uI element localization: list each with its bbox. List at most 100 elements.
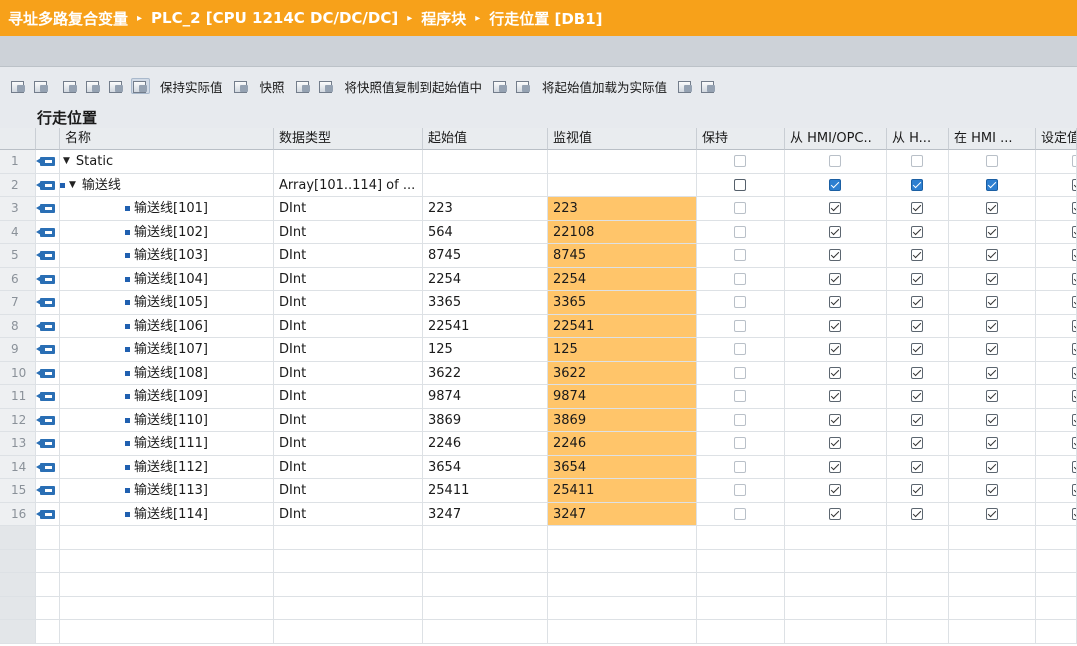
start-value-cell[interactable]: 3365 (423, 291, 548, 315)
expand-arrow-icon[interactable]: ▼ (63, 150, 70, 173)
breadcrumb-program-blocks[interactable]: 程序块 (421, 8, 466, 29)
retain-checkbox[interactable] (734, 225, 746, 238)
hmi-access-checkbox[interactable] (829, 155, 841, 167)
load-start-all-icon[interactable] (515, 79, 532, 93)
retain-checkbox[interactable] (734, 437, 746, 449)
setpoint-checkbox[interactable] (1072, 249, 1076, 261)
header-name[interactable]: 名称 (60, 128, 274, 150)
hmi-visible-checkbox[interactable] (986, 484, 998, 496)
hmi-visible-checkbox[interactable] (986, 366, 998, 379)
hmi-access-checkbox[interactable] (829, 296, 841, 308)
header-hmi-access[interactable]: 从 HMI/OPC.. (785, 128, 887, 150)
setpoint-checkbox[interactable] (1072, 460, 1076, 473)
name-cell[interactable]: ▼ Static (60, 150, 274, 174)
breadcrumb-project[interactable]: 寻址多路复合变量 (8, 8, 128, 29)
expand-arrow-icon[interactable]: ▼ (69, 174, 76, 197)
hmi-visible-checkbox[interactable] (986, 249, 998, 261)
datatype-cell[interactable]: DInt (274, 502, 423, 526)
hmi-access-checkbox[interactable] (829, 366, 841, 379)
monitor-all-icon[interactable] (131, 78, 150, 94)
name-cell[interactable]: 输送线[107] (60, 338, 274, 362)
start-value-cell[interactable]: 564 (423, 220, 548, 244)
collapse-all-icon[interactable] (85, 79, 102, 93)
retain-checkbox[interactable] (734, 178, 746, 191)
retain-checkbox[interactable] (734, 390, 746, 402)
setpoint-checkbox[interactable] (1072, 225, 1076, 238)
hmi-write-checkbox[interactable] (911, 272, 923, 285)
hmi-visible-checkbox[interactable] (986, 178, 998, 191)
hmi-access-checkbox[interactable] (829, 178, 841, 191)
datatype-cell[interactable]: DInt (274, 479, 423, 503)
retain-checkbox[interactable] (734, 272, 746, 285)
hmi-write-checkbox[interactable] (911, 507, 923, 520)
header-hmi-visible[interactable]: 在 HMI ... (949, 128, 1036, 150)
datatype-cell[interactable]: DInt (274, 244, 423, 268)
name-cell[interactable]: 输送线[108] (60, 361, 274, 385)
retain-checkbox[interactable] (734, 507, 746, 520)
breadcrumb-db[interactable]: 行走位置 [DB1] (489, 8, 602, 29)
hmi-write-checkbox[interactable] (911, 460, 923, 473)
name-cell[interactable]: 输送线[113] (60, 479, 274, 503)
hmi-visible-checkbox[interactable] (986, 155, 998, 167)
hmi-visible-checkbox[interactable] (986, 202, 998, 214)
retain-checkbox[interactable] (734, 366, 746, 379)
name-cell[interactable]: 输送线[106] (60, 314, 274, 338)
name-cell[interactable]: 输送线[114] (60, 502, 274, 526)
download-icon[interactable] (677, 79, 694, 93)
retain-checkbox[interactable] (734, 484, 746, 496)
start-value-cell[interactable]: 223 (423, 197, 548, 221)
datatype-cell[interactable]: DInt (274, 220, 423, 244)
header-hmi-write[interactable]: 从 H... (887, 128, 949, 150)
hmi-access-checkbox[interactable] (829, 272, 841, 285)
start-value-cell[interactable]: 8745 (423, 244, 548, 268)
hmi-access-checkbox[interactable] (829, 507, 841, 520)
setpoint-checkbox[interactable] (1072, 343, 1076, 355)
insert-row-icon[interactable] (10, 79, 27, 93)
start-value-cell[interactable]: 125 (423, 338, 548, 362)
list-view-icon[interactable] (108, 79, 125, 93)
start-value-cell[interactable]: 2254 (423, 267, 548, 291)
retain-checkbox[interactable] (734, 202, 746, 214)
hmi-visible-checkbox[interactable] (986, 460, 998, 473)
start-value-cell[interactable]: 2246 (423, 432, 548, 456)
hmi-access-checkbox[interactable] (829, 390, 841, 402)
retain-checkbox[interactable] (734, 249, 746, 261)
name-cell[interactable]: 输送线[110] (60, 408, 274, 432)
hmi-access-checkbox[interactable] (829, 484, 841, 496)
add-row-icon[interactable] (33, 79, 50, 93)
hmi-visible-checkbox[interactable] (986, 319, 998, 332)
hmi-write-checkbox[interactable] (911, 225, 923, 238)
expand-all-icon[interactable] (62, 79, 79, 93)
header-start[interactable]: 起始值 (423, 128, 548, 150)
datatype-cell[interactable]: DInt (274, 385, 423, 409)
setpoint-checkbox[interactable] (1072, 366, 1076, 379)
start-value-cell[interactable]: 3247 (423, 502, 548, 526)
datatype-cell[interactable]: DInt (274, 361, 423, 385)
datatype-cell[interactable]: Array[101..114] of ... (274, 173, 423, 197)
hmi-write-checkbox[interactable] (911, 484, 923, 496)
name-cell[interactable]: 输送线[103] (60, 244, 274, 268)
start-value-cell[interactable] (423, 173, 548, 197)
hmi-visible-checkbox[interactable] (986, 296, 998, 308)
setpoint-checkbox[interactable] (1072, 390, 1076, 402)
copy-snapshot-all-icon[interactable] (318, 79, 335, 93)
retain-checkbox[interactable] (734, 343, 746, 355)
hmi-visible-checkbox[interactable] (986, 507, 998, 520)
name-cell[interactable]: 输送线[105] (60, 291, 274, 315)
datatype-cell[interactable]: DInt (274, 314, 423, 338)
header-setpoint[interactable]: 设定值 (1036, 128, 1077, 150)
datatype-cell[interactable]: DInt (274, 267, 423, 291)
breadcrumb-plc[interactable]: PLC_2 [CPU 1214C DC/DC/DC] (151, 9, 398, 27)
datatype-cell[interactable]: DInt (274, 197, 423, 221)
hmi-access-checkbox[interactable] (829, 460, 841, 473)
setpoint-checkbox[interactable] (1072, 202, 1076, 214)
setpoint-checkbox[interactable] (1072, 437, 1076, 449)
copy-snapshot-button[interactable]: 将快照值复制到起始值中 (345, 77, 483, 96)
setpoint-checkbox[interactable] (1072, 319, 1076, 332)
hmi-access-checkbox[interactable] (829, 343, 841, 355)
name-cell[interactable]: ▼ 输送线 (60, 173, 274, 197)
setpoint-checkbox[interactable] (1072, 507, 1076, 520)
hmi-access-checkbox[interactable] (829, 413, 841, 426)
setpoint-checkbox[interactable] (1072, 413, 1076, 426)
copy-snapshot-icon[interactable] (295, 79, 312, 93)
